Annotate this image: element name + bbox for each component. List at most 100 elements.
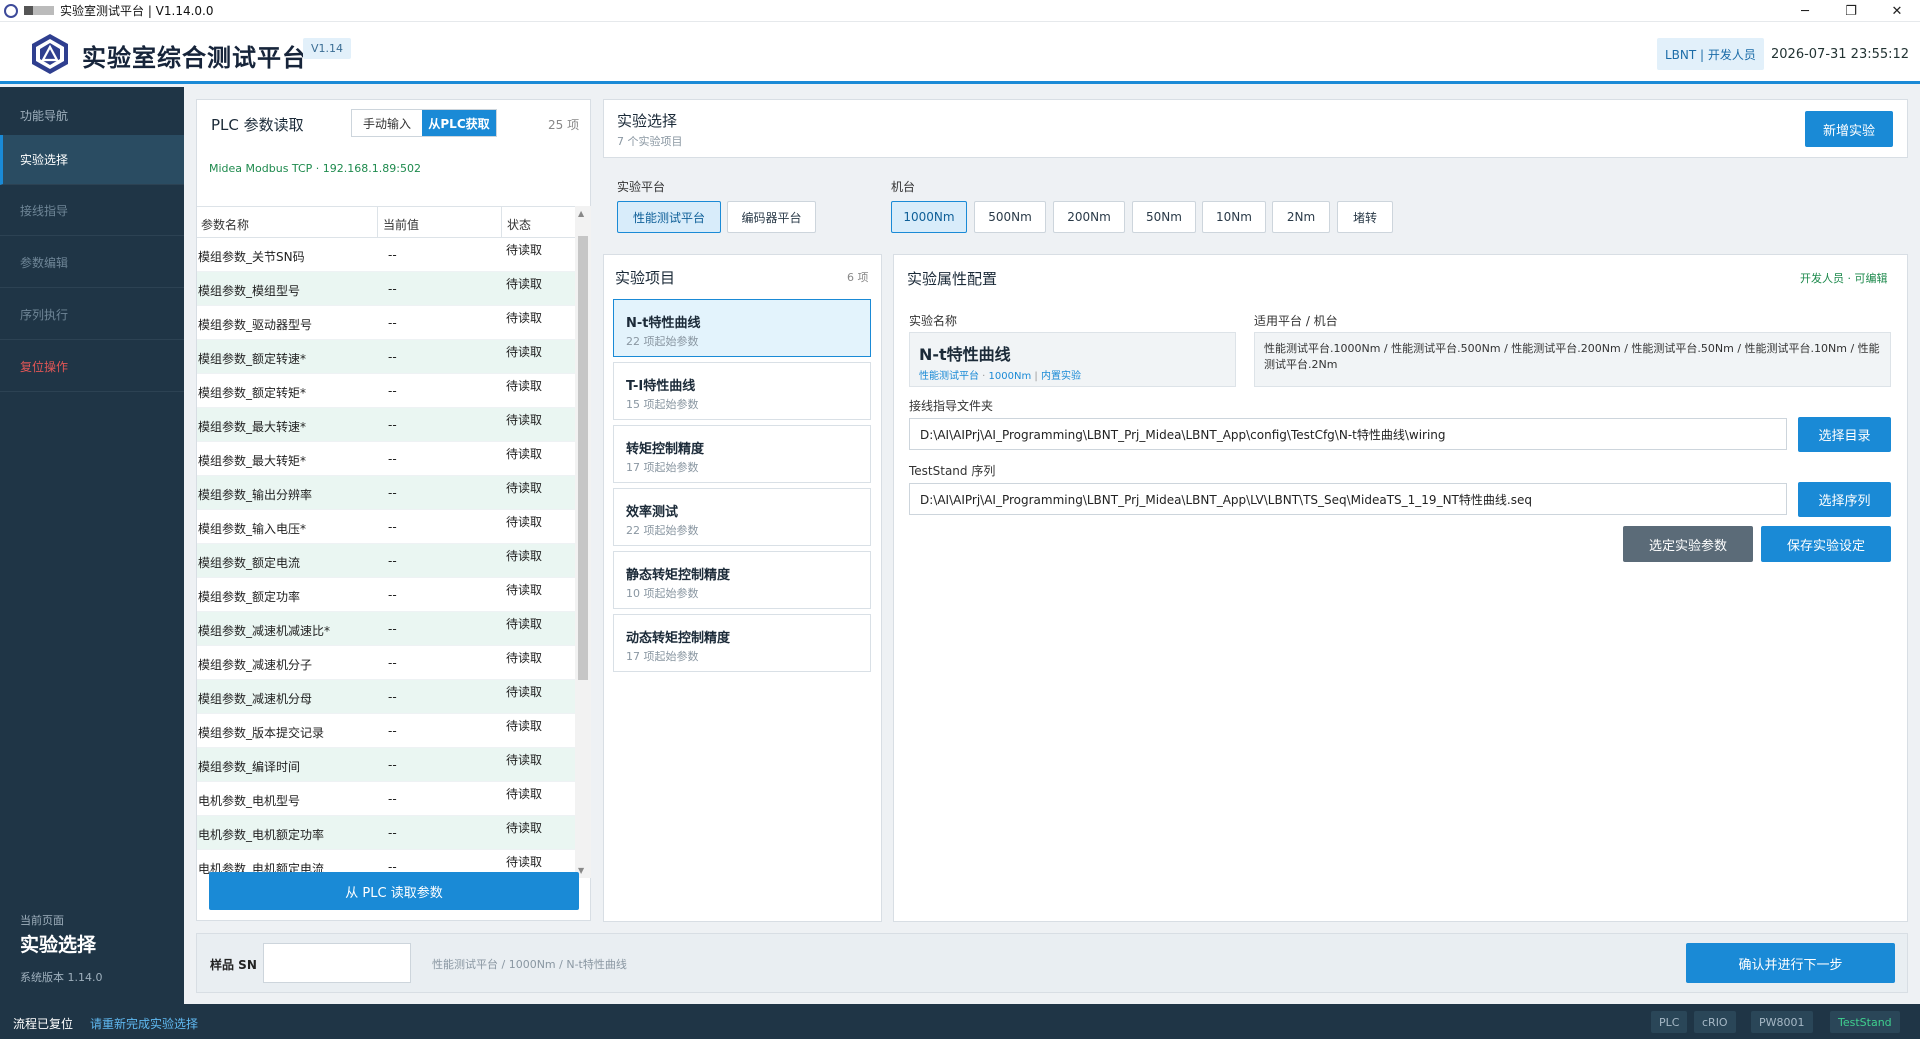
table-row[interactable]: 电机参数_电机型号 -- 待读取 xyxy=(197,782,575,816)
status-tag-teststand: TestStand xyxy=(1830,1011,1900,1033)
table-row[interactable]: 模组参数_额定转矩* -- 待读取 xyxy=(197,374,575,408)
projects-panel: 实验项目 6 项 N-t特性曲线 22 项起始参数 T-I特性曲线 15 项起始… xyxy=(603,254,882,922)
plc-connection-info: Midea Modbus TCP · 192.168.1.89:502 xyxy=(209,162,421,175)
table-row[interactable]: 模组参数_额定功率 -- 待读取 xyxy=(197,578,575,612)
project-name: N-t特性曲线 xyxy=(626,316,701,331)
config-panel: 实验属性配置 开发人员 · 可编辑 实验名称 N-t特性曲线 性能测试平台 · … xyxy=(893,254,1908,922)
param-status-cell: 待读取 xyxy=(506,277,543,291)
minimize-button[interactable]: ─ xyxy=(1782,0,1828,22)
table-row[interactable]: 模组参数_最大转矩* -- 待读取 xyxy=(197,442,575,476)
project-item-static-torque[interactable]: 静态转矩控制精度 10 项起始参数 xyxy=(613,551,871,609)
plc-panel: PLC 参数读取 手动输入 从PLC获取 25 项 Midea Modbus T… xyxy=(196,99,591,921)
project-item-dynamic-torque[interactable]: 动态转矩控制精度 17 项起始参数 xyxy=(613,614,871,672)
exp-name-meta: 性能测试平台 · 1000Nm | 内置实验 xyxy=(919,371,1081,382)
machine-500nm[interactable]: 500Nm xyxy=(974,201,1046,233)
app-header: 实验室综合测试平台 V1.14 LBNT | 开发人员 2026-07-31 2… xyxy=(0,22,1920,84)
edit-permission-hint: 开发人员 · 可编辑 xyxy=(1800,272,1888,285)
table-row[interactable]: 模组参数_编译时间 -- 待读取 xyxy=(197,748,575,782)
sidebar-item-reset[interactable]: 复位操作 xyxy=(0,342,184,392)
param-value-cell: -- xyxy=(388,520,397,534)
config-title: 实验属性配置 xyxy=(907,270,998,288)
param-value-cell: -- xyxy=(388,690,397,704)
wiring-folder-field[interactable]: D:\AI\AIPrj\AI_Programming\LBNT_Prj_Mide… xyxy=(909,418,1787,450)
param-name-cell: 模组参数_输入电压* xyxy=(198,522,307,536)
param-name-cell: 模组参数_编译时间 xyxy=(198,760,301,774)
col-current-value: 当前值 xyxy=(383,218,420,232)
param-status-cell: 待读取 xyxy=(506,719,543,733)
param-name-cell: 模组参数_额定转速* xyxy=(198,352,307,366)
window-title: 实验室测试平台 | V1.14.0.0 xyxy=(60,4,214,18)
breadcrumb-platform: 性能测试平台 xyxy=(432,958,498,971)
project-item-torque-accuracy[interactable]: 转矩控制精度 17 项起始参数 xyxy=(613,425,871,483)
status-tag-crio: cRIO xyxy=(1694,1011,1736,1033)
param-status-cell: 待读取 xyxy=(506,685,543,699)
project-item-nt-curve[interactable]: N-t特性曲线 22 项起始参数 xyxy=(613,299,871,357)
table-row[interactable]: 模组参数_最大转速* -- 待读取 xyxy=(197,408,575,442)
table-row[interactable]: 模组参数_额定转速* -- 待读取 xyxy=(197,340,575,374)
save-settings-button[interactable]: 保存实验设定 xyxy=(1761,526,1891,562)
machine-2nm[interactable]: 2Nm xyxy=(1272,201,1330,233)
param-name-cell: 模组参数_减速机分母 xyxy=(198,692,313,706)
param-value-cell: -- xyxy=(388,724,397,738)
teststand-seq-field[interactable]: D:\AI\AIPrj\AI_Programming\LBNT_Prj_Mide… xyxy=(909,483,1787,515)
tab-from-plc[interactable]: 从PLC获取 xyxy=(422,110,496,136)
table-row[interactable]: 模组参数_额定电流 -- 待读取 xyxy=(197,544,575,578)
scrollbar-thumb[interactable] xyxy=(578,236,588,680)
table-row[interactable]: 模组参数_减速机分子 -- 待读取 xyxy=(197,646,575,680)
machine-1000nm[interactable]: 1000Nm xyxy=(891,201,967,233)
project-item-ti-curve[interactable]: T-I特性曲线 15 项起始参数 xyxy=(613,362,871,420)
param-name-cell: 模组参数_输出分辨率 xyxy=(198,488,313,502)
col-divider xyxy=(501,206,502,238)
project-name: 静态转矩控制精度 xyxy=(626,568,731,583)
sidebar-item-experiment-select[interactable]: 实验选择 xyxy=(0,135,184,185)
choose-seq-button[interactable]: 选择序列 xyxy=(1798,482,1891,517)
status-tag-pw8001: PW8001 xyxy=(1751,1011,1813,1033)
param-value-cell: -- xyxy=(388,350,397,364)
platform-machine-label: 适用平台 / 机台 xyxy=(1254,314,1338,328)
status-bar: 流程已复位 请重新完成实验选择 PLC cRIO PW8001 TestStan… xyxy=(0,1004,1920,1039)
param-name-cell: 电机参数_电机额定功率 xyxy=(198,828,325,842)
choose-dir-button[interactable]: 选择目录 xyxy=(1798,417,1891,452)
param-value-cell: -- xyxy=(388,758,397,772)
user-badge: LBNT | 开发人员 xyxy=(1657,38,1764,70)
table-row[interactable]: 模组参数_减速机分母 -- 待读取 xyxy=(197,680,575,714)
table-row[interactable]: 模组参数_驱动器型号 -- 待读取 xyxy=(197,306,575,340)
add-experiment-button[interactable]: 新增实验 xyxy=(1805,111,1893,147)
platform-performance[interactable]: 性能测试平台 xyxy=(617,201,721,233)
param-status-cell: 待读取 xyxy=(506,651,543,665)
table-row[interactable]: 电机参数_电机额定功率 -- 待读取 xyxy=(197,816,575,850)
title-flag-icon xyxy=(24,6,54,15)
platform-encoder[interactable]: 编码器平台 xyxy=(727,201,816,233)
table-row[interactable]: 模组参数_模组型号 -- 待读取 xyxy=(197,272,575,306)
sidebar-item-sequence-run[interactable]: 序列执行 xyxy=(0,290,184,340)
sidebar-item-wiring-guide[interactable]: 接线指导 xyxy=(0,186,184,236)
projects-count: 6 项 xyxy=(847,271,869,284)
read-plc-button[interactable]: 从 PLC 读取参数 xyxy=(209,872,579,910)
table-row[interactable]: 模组参数_输出分辨率 -- 待读取 xyxy=(197,476,575,510)
param-status-cell: 待读取 xyxy=(506,345,543,359)
datetime-display: 2026-07-31 23:55:12 xyxy=(1771,47,1910,62)
confirm-next-button[interactable]: 确认并进行下一步 xyxy=(1686,943,1895,983)
table-row[interactable]: 模组参数_版本提交记录 -- 待读取 xyxy=(197,714,575,748)
machine-50nm[interactable]: 50Nm xyxy=(1132,201,1196,233)
table-row[interactable]: 模组参数_关节SN码 -- 待读取 xyxy=(197,238,575,272)
meta-builtin: 内置实验 xyxy=(1040,371,1081,382)
tab-manual-input[interactable]: 手动输入 xyxy=(352,110,422,136)
app-logo-icon xyxy=(32,34,68,74)
select-params-button[interactable]: 选定实验参数 xyxy=(1623,526,1753,562)
platform-machine-value: 性能测试平台.1000Nm / 性能测试平台.500Nm / 性能测试平台.20… xyxy=(1254,332,1891,387)
project-name: 效率测试 xyxy=(626,505,679,520)
sample-sn-input[interactable] xyxy=(263,943,411,983)
machine-10nm[interactable]: 10Nm xyxy=(1202,201,1266,233)
param-value-cell: -- xyxy=(388,792,397,806)
machine-stall[interactable]: 堵转 xyxy=(1337,201,1393,233)
restore-button[interactable]: ❐ xyxy=(1828,0,1874,22)
param-name-cell: 模组参数_模组型号 xyxy=(198,284,301,298)
sidebar-item-param-edit[interactable]: 参数编辑 xyxy=(0,238,184,288)
project-item-efficiency[interactable]: 效率测试 22 项起始参数 xyxy=(613,488,871,546)
plc-table-scrollbar[interactable]: ▲ ▼ xyxy=(575,206,591,878)
table-row[interactable]: 模组参数_输入电压* -- 待读取 xyxy=(197,510,575,544)
machine-200nm[interactable]: 200Nm xyxy=(1053,201,1125,233)
close-button[interactable]: ✕ xyxy=(1874,0,1920,22)
table-row[interactable]: 模组参数_减速机减速比* -- 待读取 xyxy=(197,612,575,646)
